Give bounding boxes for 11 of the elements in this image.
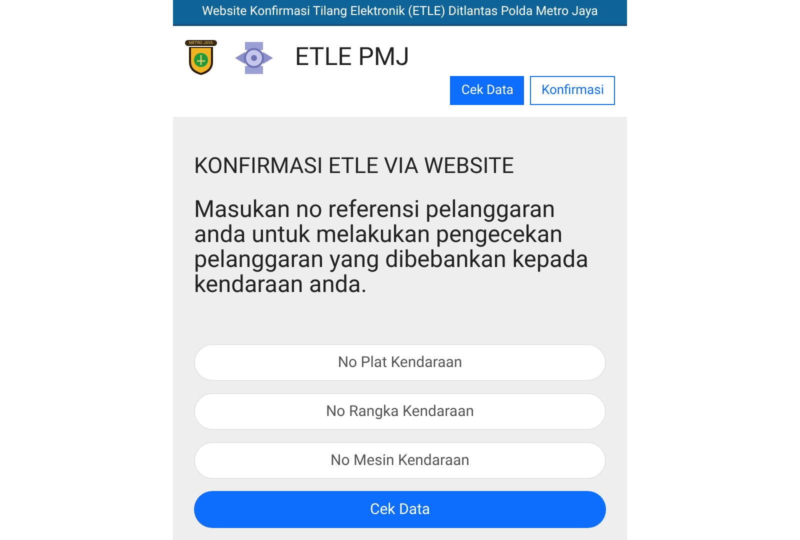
site-title: ETLE PMJ [294,42,410,74]
police-badge-icon [188,46,214,76]
submit-button[interactable]: Cek Data [194,490,606,528]
nav-button[interactable]: Cek Data [450,76,524,105]
input-field[interactable]: No Rangka Kendaraan [194,392,606,430]
panel-description: Masukan no referensi pelanggaran anda untuk melakukan pengecekan pelanggaran yang dibebankan kepada kendaraan anda. [194,196,590,296]
panel-heading: KONFIRMASI ETLE VIA WEBSITE [194,153,515,180]
input-field[interactable]: No Plat Kendaraan [194,344,606,380]
nav-button[interactable]: Konfirmasi [530,76,615,105]
top-banner: Website Konfirmasi Tilang Elektronik (ETLE) Ditlantas Polda Metro Jaya [173,0,627,26]
input-field[interactable]: No Mesin Kendaraan [194,442,606,478]
